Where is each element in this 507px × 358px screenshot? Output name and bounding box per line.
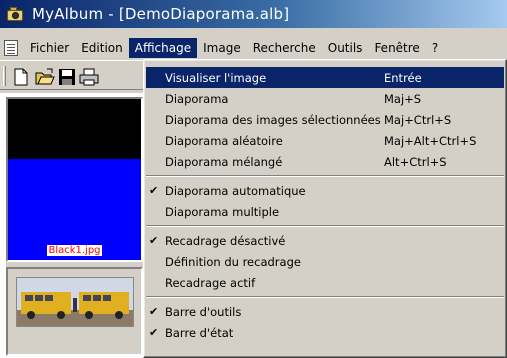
thumbnail-filename: Black1.jpg [47,245,102,256]
menu-item-visualiser-l-image[interactable]: Visualiser l'image Entrée [146,67,504,88]
menu-help[interactable]: ? [426,38,444,58]
new-file-icon[interactable] [10,66,32,88]
menu-item-definition-du-recadrage[interactable]: Définition du recadrage [144,251,506,272]
menu-item-shortcut: Maj+Ctrl+S [384,112,452,127]
menu-image[interactable]: Image [197,38,247,58]
menu-separator [144,293,506,301]
affichage-dropdown-menu: Visualiser l'image Entrée Diaporama Maj+S Di… [143,59,507,358]
menu-item-diaporama-melange[interactable]: Diaporama mélangé Alt+Ctrl+S [144,151,506,172]
menu-item-label: Visualiser l'image [165,70,267,85]
print-icon[interactable] [78,66,100,88]
menu-item-recadrage-desactive[interactable]: ✔ Recadrage désactivé [144,230,506,251]
menu-item-label: Diaporama [165,91,229,106]
window-title: MyAlbum - [DemoDiaporama.alb] [32,5,290,23]
menu-item-label: Diaporama des images sélectionnées [165,112,381,127]
menu-item-diaporama-multiple[interactable]: Diaporama multiple [144,201,506,222]
menu-item-shortcut: Entrée [384,70,422,85]
menu-item-shortcut: Alt+Ctrl+S [384,154,447,169]
menu-affichage[interactable]: Affichage [128,38,198,58]
menu-item-label: Diaporama automatique [165,183,306,198]
toolbar-grip[interactable] [3,66,6,86]
menu-separator [144,172,506,180]
menu-item-barre-d-etat[interactable]: ✔ Barre d'état [144,322,506,343]
menu-item-label: Recadrage désactivé [165,233,286,248]
open-folder-icon[interactable] [34,66,56,88]
bus-photo-thumbnail [16,277,134,327]
menu-item-recadrage-actif[interactable]: Recadrage actif [144,272,506,293]
menu-item-shortcut: Maj+Alt+Ctrl+S [384,133,477,148]
menu-item-diaporama-des-images-selectionnees[interactable]: Diaporama des images sélectionnées Maj+Ct… [144,109,506,130]
thumbnail-bus[interactable] [6,267,143,356]
menu-item-diaporama-automatique[interactable]: ✔ Diaporama automatique [144,180,506,201]
checkmark-icon: ✔ [149,326,159,339]
thumbnail-image-top [8,99,141,159]
menu-separator [144,222,506,230]
menu-edition[interactable]: Edition [75,38,129,58]
menu-bar: Fichier Edition Affichage Image Recherch… [0,37,507,59]
title-bar[interactable]: MyAlbum - [DemoDiaporama.alb] [0,0,507,28]
menu-item-label: Diaporama mélangé [165,154,283,169]
thumbnail-black1[interactable]: Black1.jpg [6,97,143,262]
menu-item-barre-d-outils[interactable]: ✔ Barre d'outils [144,301,506,322]
checkmark-icon: ✔ [149,184,159,197]
thumbnail-panel: Black1.jpg [6,97,143,356]
menu-item-label: Définition du recadrage [165,254,301,269]
menu-recherche[interactable]: Recherche [247,38,322,58]
menu-item-diaporama[interactable]: Diaporama Maj+S [144,88,506,109]
menu-item-label: Barre d'état [165,325,234,340]
menu-outils[interactable]: Outils [322,38,369,58]
menu-item-label: Barre d'outils [165,304,242,319]
checkmark-icon: ✔ [149,305,159,318]
camera-app-icon[interactable] [6,5,24,23]
menu-item-label: Recadrage actif [165,275,256,290]
menu-item-shortcut: Maj+S [384,91,422,106]
menu-fichier[interactable]: Fichier [24,38,75,58]
save-icon[interactable] [56,66,78,88]
menu-item-label: Diaporama multiple [165,204,280,219]
document-system-menu-icon[interactable] [4,40,18,56]
menu-item-diaporama-aleatoire[interactable]: Diaporama aléatoire Maj+Alt+Ctrl+S [144,130,506,151]
menu-fenetre[interactable]: Fenêtre [368,38,425,58]
menu-item-label: Diaporama aléatoire [165,133,283,148]
checkmark-icon: ✔ [149,234,159,247]
